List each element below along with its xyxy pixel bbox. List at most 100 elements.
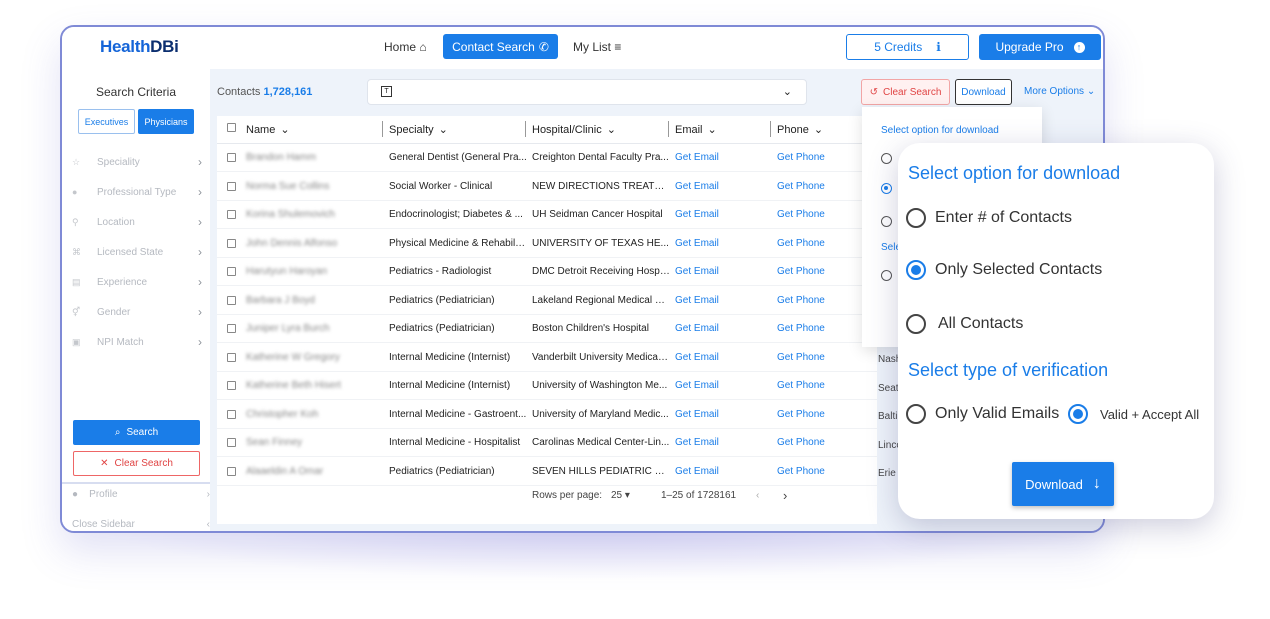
row-checkbox[interactable]	[227, 295, 236, 305]
column-header-phone[interactable]: Phone ⌄	[770, 121, 823, 137]
get-email-link[interactable]: Get Email	[675, 181, 719, 192]
column-header-email[interactable]: Email ⌄	[668, 121, 717, 137]
next-page-icon[interactable]: ›	[783, 488, 787, 503]
star-icon: ☆	[72, 156, 81, 167]
get-phone-link[interactable]: Get Phone	[777, 380, 825, 391]
table-row[interactable]: John Dennis Alfonso Physical Medicine & R…	[217, 230, 877, 258]
get-phone-link[interactable]: Get Phone	[777, 295, 825, 306]
row-checkbox[interactable]	[227, 466, 236, 476]
option-only-selected-contacts[interactable]: Only Selected Contacts	[906, 260, 1102, 280]
cell-name: Sean Finney	[246, 437, 303, 448]
get-email-link[interactable]: Get Email	[675, 380, 719, 391]
radio-selected-contacts-small[interactable]	[881, 183, 892, 194]
sidebar-item-speciality[interactable]: ☆ Speciality ›	[72, 152, 202, 172]
option-only-valid-emails[interactable]: Only Valid Emails	[906, 404, 1059, 424]
row-checkbox[interactable]	[227, 352, 236, 362]
sidebar-search-button[interactable]: ⌕ Search	[73, 420, 200, 445]
get-phone-link[interactable]: Get Phone	[777, 152, 825, 163]
page-range: 1–25 of 1728161	[661, 490, 737, 501]
table-row[interactable]: Christopher Koh Internal Medicine - Gastr…	[217, 401, 877, 429]
get-phone-link[interactable]: Get Phone	[777, 238, 825, 249]
cell-hospital: University of Maryland Medic...	[532, 408, 669, 420]
get-email-link[interactable]: Get Email	[675, 352, 719, 363]
radio-enter-contacts-small[interactable]	[881, 153, 892, 164]
row-checkbox[interactable]	[227, 324, 236, 333]
sidebar-clear-search-button[interactable]: ✕ Clear Search	[73, 451, 200, 476]
nav-my-list-link[interactable]: My List ≡	[573, 40, 621, 54]
tab-executives[interactable]: Executives	[78, 109, 135, 134]
sidebar-item-professional-type[interactable]: ● Professional Type ›	[72, 182, 202, 202]
table-row[interactable]: Barbara J Boyd Pediatrics (Pediatrician) L…	[217, 287, 877, 315]
row-checkbox[interactable]	[227, 267, 236, 276]
get-email-link[interactable]: Get Email	[675, 466, 719, 477]
row-checkbox[interactable]	[227, 238, 236, 248]
sidebar-profile-link[interactable]: ● Profile ›	[72, 489, 210, 500]
row-checkbox[interactable]	[227, 210, 236, 219]
get-phone-link[interactable]: Get Phone	[777, 437, 825, 448]
nav-home-link[interactable]: Home ⌂	[384, 40, 427, 54]
radio-valid-emails-small[interactable]	[881, 270, 892, 281]
get-phone-link[interactable]: Get Phone	[777, 209, 825, 220]
column-header-hospital[interactable]: Hospital/Clinic ⌄	[525, 121, 616, 137]
row-checkbox[interactable]	[227, 153, 236, 162]
get-phone-link[interactable]: Get Phone	[777, 181, 825, 192]
tab-physicians[interactable]: Physicians	[138, 109, 194, 134]
table-row[interactable]: Sean Finney Internal Medicine - Hospitali…	[217, 429, 877, 457]
table-row[interactable]: Norma Sue Collins Social Worker - Clinica…	[217, 173, 877, 201]
table-row[interactable]: Katherine Beth Hisert Internal Medicine (…	[217, 372, 877, 400]
row-checkbox[interactable]	[227, 181, 236, 191]
nav-contact-search-button[interactable]: Contact Search ✆	[443, 34, 558, 59]
row-checkbox[interactable]	[227, 381, 236, 390]
get-phone-link[interactable]: Get Phone	[777, 323, 825, 334]
get-email-link[interactable]: Get Email	[675, 238, 719, 249]
popup-download-button[interactable]: Download ↓	[1012, 462, 1114, 506]
get-phone-link[interactable]: Get Phone	[777, 352, 825, 363]
row-checkbox[interactable]	[227, 438, 236, 447]
sidebar-item-label: NPI Match	[97, 336, 144, 348]
arrow-up-circle-icon: ↑	[1073, 41, 1085, 53]
option-valid-accept-all[interactable]: Valid + Accept All	[1068, 404, 1199, 424]
sidebar-item-npi-match[interactable]: ▣ NPI Match ›	[72, 332, 202, 352]
option-enter-contacts[interactable]: Enter # of Contacts	[906, 208, 1072, 228]
sidebar-item-location[interactable]: ⚲ Location ›	[72, 212, 202, 232]
table-row[interactable]: Harutyun Haroyan Pediatrics - Radiologist…	[217, 258, 877, 286]
sidebar-item-licensed-state[interactable]: ⌘ Licensed State ›	[72, 242, 202, 262]
get-phone-link[interactable]: Get Phone	[777, 266, 825, 277]
get-email-link[interactable]: Get Email	[675, 266, 719, 277]
sidebar-item-gender[interactable]: ⚥ Gender ›	[72, 302, 202, 322]
upgrade-pro-button[interactable]: Upgrade Pro ↑	[979, 34, 1101, 60]
clear-search-button[interactable]: ↺ Clear Search	[861, 79, 950, 105]
filter-select[interactable]: T ⌄	[367, 79, 807, 105]
get-phone-link[interactable]: Get Phone	[777, 466, 825, 477]
table-row[interactable]: Juniper Lyra Burch Pediatrics (Pediatrici…	[217, 315, 877, 343]
row-checkbox[interactable]	[227, 409, 236, 419]
close-sidebar-button[interactable]: Close Sidebar ‹	[72, 519, 210, 530]
cell-specialty: Internal Medicine (Internist)	[389, 351, 511, 363]
get-email-link[interactable]: Get Email	[675, 409, 719, 420]
get-email-link[interactable]: Get Email	[675, 152, 719, 163]
rows-per-page-select[interactable]: 25 ▾	[611, 490, 630, 501]
select-all-checkbox[interactable]	[227, 123, 236, 132]
get-phone-link[interactable]: Get Phone	[777, 409, 825, 420]
column-header-name[interactable]: Name ⌄	[246, 123, 290, 137]
prev-page-icon[interactable]: ‹	[756, 490, 759, 501]
sidebar-item-experience[interactable]: ▤ Experience ›	[72, 272, 202, 292]
table-row[interactable]: Brandon Hamm General Dentist (General Pra…	[217, 144, 877, 172]
table-row[interactable]: Alaaeldin A Omar Pediatrics (Pediatrician…	[217, 458, 877, 486]
rows-per-page-label: Rows per page:	[532, 490, 603, 501]
table-row[interactable]: Katherine W Gregory Internal Medicine (In…	[217, 344, 877, 372]
phone-icon: ✆	[538, 39, 549, 54]
download-button[interactable]: Download	[955, 79, 1012, 105]
credits-button[interactable]: 5 Credits ℹ	[846, 34, 969, 60]
get-email-link[interactable]: Get Email	[675, 323, 719, 334]
get-email-link[interactable]: Get Email	[675, 209, 719, 220]
radio-all-contacts-small[interactable]	[881, 216, 892, 227]
refresh-icon: ↺	[869, 86, 879, 98]
table-row[interactable]: Korina Shulemovich Endocrinologist; Diabe…	[217, 201, 877, 229]
column-header-specialty[interactable]: Specialty ⌄	[382, 121, 448, 137]
logo[interactable]: HealthDBi	[100, 37, 179, 57]
option-all-contacts[interactable]: All Contacts	[906, 314, 1023, 334]
get-email-link[interactable]: Get Email	[675, 295, 719, 306]
get-email-link[interactable]: Get Email	[675, 437, 719, 448]
more-options-dropdown[interactable]: More Options ⌄	[1024, 86, 1095, 97]
